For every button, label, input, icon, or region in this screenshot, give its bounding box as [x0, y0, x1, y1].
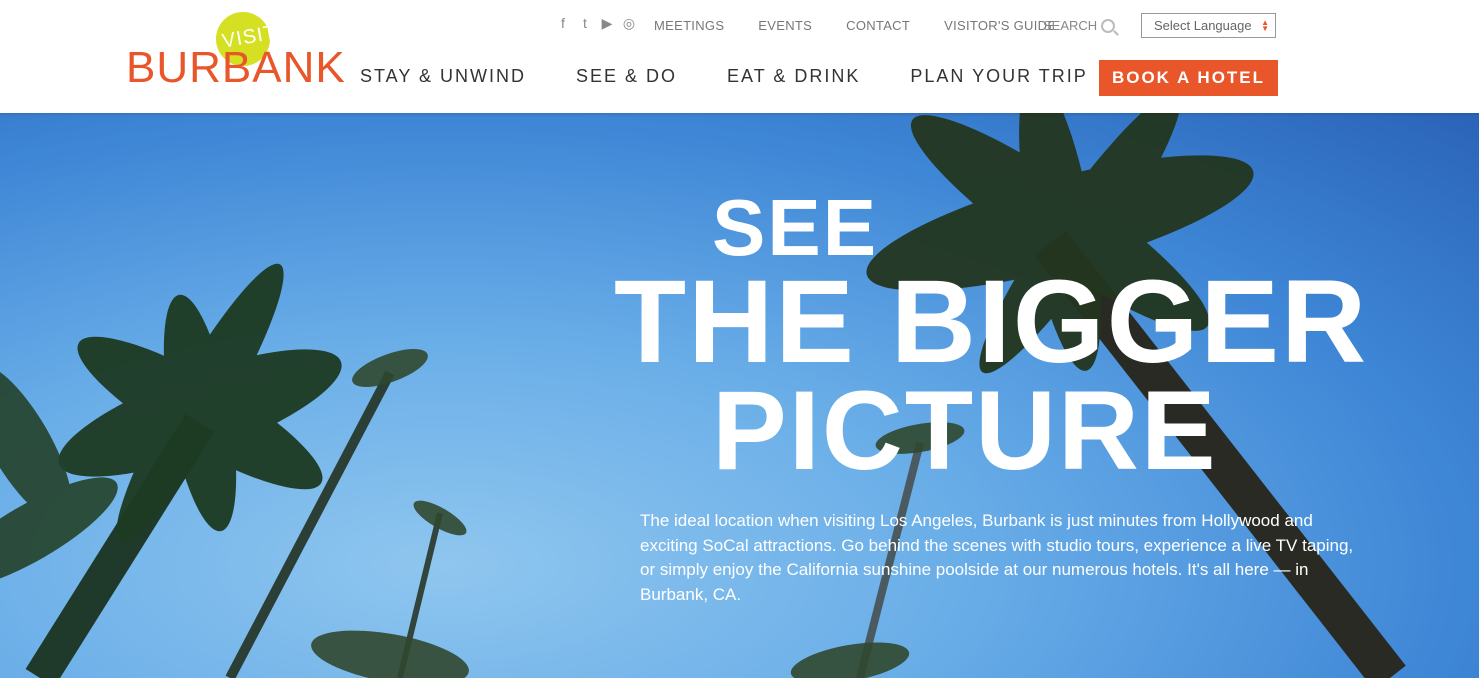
nav-meetings[interactable]: MEETINGS	[654, 18, 724, 33]
hero-banner: SEE THE BIGGER PICTURE The ideal locatio…	[0, 113, 1479, 678]
nav-see-do[interactable]: SEE & DO	[576, 66, 677, 87]
nav-eat-drink[interactable]: EAT & DRINK	[727, 66, 860, 87]
nav-visitors-guide[interactable]: VISITOR'S GUIDE	[944, 18, 1056, 33]
hero-description: The ideal location when visiting Los Ang…	[640, 511, 1354, 604]
site-header: VISIT BURBANK f t ▶ ◎ MEETINGS EVENTS CO…	[0, 0, 1479, 113]
nav-stay-unwind[interactable]: STAY & UNWIND	[360, 66, 526, 87]
hero-heading-line3: PICTURE	[712, 368, 1218, 493]
nav-contact[interactable]: CONTACT	[846, 18, 910, 33]
instagram-icon[interactable]: ◎	[622, 15, 636, 31]
twitter-icon[interactable]: t	[578, 15, 592, 31]
facebook-icon[interactable]: f	[556, 15, 570, 31]
utility-nav: MEETINGS EVENTS CONTACT VISITOR'S GUIDE	[654, 18, 1090, 33]
language-select-value: Select Language	[1154, 18, 1252, 33]
search-link[interactable]: SEARCH	[1043, 18, 1116, 33]
social-icons: f t ▶ ◎	[556, 15, 636, 31]
youtube-icon[interactable]: ▶	[600, 15, 614, 31]
language-select[interactable]: Select Language ▲ ▼	[1141, 13, 1276, 38]
search-label: SEARCH	[1043, 18, 1098, 33]
book-hotel-button[interactable]: BOOK A HOTEL	[1099, 60, 1278, 96]
nav-events[interactable]: EVENTS	[758, 18, 812, 33]
hero-heading-line2: THE BIGGER	[614, 256, 1369, 388]
search-icon	[1101, 18, 1116, 33]
nav-plan-trip[interactable]: PLAN YOUR TRIP	[910, 66, 1087, 87]
select-caret-icon: ▲ ▼	[1261, 18, 1269, 33]
main-nav: STAY & UNWIND SEE & DO EAT & DRINK PLAN …	[360, 66, 1138, 87]
visit-burbank-logo[interactable]: VISIT BURBANK	[126, 12, 345, 94]
logo-burbank-text: BURBANK	[126, 43, 346, 92]
